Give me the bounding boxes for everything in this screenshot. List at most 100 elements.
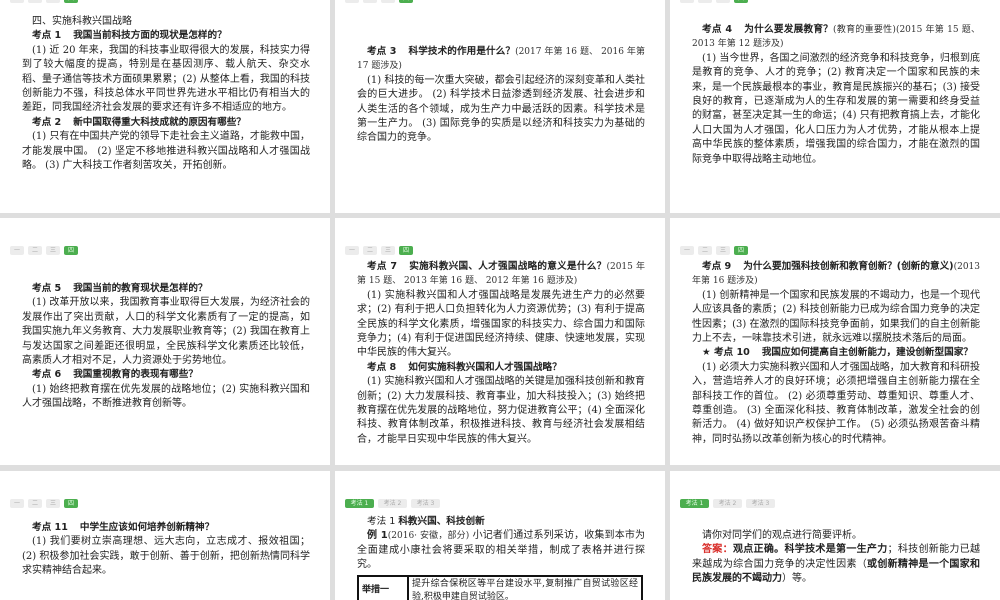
tab-2[interactable]: 二	[698, 0, 712, 3]
answer-text: (1) 始终把教育摆在优先发展的战略地位；(2) 实施科教兴国和人才强国战略，不…	[22, 383, 310, 410]
tab-3[interactable]: 三	[381, 0, 395, 3]
question-heading: 考点 9 为什么要加强科技创新和教育创新？(创新的意义)(2013 年第 16 题…	[692, 260, 980, 289]
answer-body: ）等。	[782, 573, 812, 585]
tab-4[interactable]: 四	[64, 499, 78, 508]
tab-method-1[interactable]: 考法 1	[345, 499, 374, 508]
section-tabs: 一 二 三 四	[345, 0, 413, 3]
tab-1[interactable]: 一	[680, 0, 694, 3]
question-heading: ★ 考点 10 我国应如何提高自主创新能力，建设创新型国家？	[692, 346, 980, 360]
tab-3[interactable]: 三	[46, 499, 60, 508]
slide-panel-1[interactable]: 一 二 三 四 四、实施科教兴国战略 考点 1 我国当前科技方面的现状是怎样的？ …	[0, 0, 330, 213]
tab-method-3[interactable]: 考法 3	[746, 499, 775, 508]
kaodian-label: 考点 1	[32, 30, 62, 42]
tab-2[interactable]: 二	[28, 499, 42, 508]
question-text: 如何实施科教兴国和人才强国战略？	[408, 361, 562, 373]
kaodian-label: 考点 5	[32, 283, 62, 294]
question-text: 实施科教兴国、人才强国战略的意义是什么？	[409, 261, 607, 272]
tab-1[interactable]: 一	[345, 246, 359, 255]
tab-2[interactable]: 二	[28, 0, 42, 3]
slide-content: 考点 9 为什么要加强科技创新和教育创新？(创新的意义)(2013 年第 16 题…	[692, 260, 980, 447]
question-heading: 考点 1 我国当前科技方面的现状是怎样的？	[22, 29, 310, 43]
tab-4[interactable]: 四	[399, 246, 413, 255]
tab-3[interactable]: 三	[46, 246, 60, 255]
tab-4[interactable]: 四	[734, 0, 748, 3]
slide-content: 考点 11 中学生应该如何培养创新精神？ (1) 我们要树立崇高理想、远大志向，立…	[22, 521, 310, 579]
tab-1[interactable]: 一	[345, 0, 359, 3]
answer-text: (1) 我们要树立崇高理想、远大志向，立志成才、报效祖国；(2) 积极参加社会实…	[22, 536, 310, 577]
tab-3[interactable]: 三	[381, 246, 395, 255]
answer-text: (1) 实施科教兴国和人才强国战略的关键是加强科技创新和教育创新；(2) 大力发…	[357, 376, 645, 445]
section-title: 四、实施科教兴国战略	[32, 16, 132, 27]
tab-1[interactable]: 一	[10, 499, 24, 508]
answer-text: (1) 当今世界，各国之间激烈的经济竞争和科技竞争，归根到底是教育的竞争、人才的…	[692, 52, 980, 165]
section-tabs: 一 二 三 四	[680, 0, 748, 3]
tab-4[interactable]: 四	[734, 246, 748, 255]
section-tabs: 一 二 三 四	[10, 246, 78, 255]
slide-content: 考法 1 科教兴国、科技创新 例 1(2016· 安徽，部分) 小记者们通过系列采…	[357, 515, 645, 600]
section-tabs: 一 二 三 四	[345, 246, 413, 255]
tab-2[interactable]: 二	[28, 246, 42, 255]
question-heading: 考点 7 实施科教兴国、人才强国战略的意义是什么？(2015 年第 15 题、 2…	[357, 260, 645, 289]
question-text: 请你对同学们的观点进行简要评析。	[702, 530, 862, 541]
question-heading: 考点 5 我国当前的教育现状是怎样的？	[22, 282, 310, 296]
slide-panel-5[interactable]: 一 二 三 四 考点 7 实施科教兴国、人才强国战略的意义是什么？(2015 年第…	[335, 218, 665, 465]
method-title: 科教兴国、科技创新	[398, 516, 485, 527]
question-text: 中学生应该如何培养创新精神？	[79, 522, 215, 533]
question-text: 我国当前科技方面的现状是怎样的？	[73, 30, 227, 42]
tab-1[interactable]: 一	[680, 246, 694, 255]
method-label: 考法 1	[367, 516, 396, 527]
tab-method-2[interactable]: 考法 2	[713, 499, 742, 508]
method-heading: 考法 1 科教兴国、科技创新	[357, 515, 645, 529]
tab-4[interactable]: 四	[64, 0, 78, 3]
table-value: 提升综合保税区等平台建设水平,复制推广自贸试验区经验,积极申建自贸试验区。	[407, 574, 643, 600]
kaodian-label: 考点 2	[32, 116, 62, 128]
tab-method-2[interactable]: 考法 2	[378, 499, 407, 508]
method-tabs: 考法 1 考法 2 考法 3	[680, 499, 775, 508]
answer-text: (1) 只有在中国共产党的领导下走社会主义道路，才能救中国，才能发展中国。 (2…	[22, 131, 310, 172]
slide-panel-3[interactable]: 一 二 三 四 考点 4 为什么要发展教育？(教育的重要性)(2015 年第 15…	[670, 0, 1000, 213]
tab-3[interactable]: 三	[716, 0, 730, 3]
answer-text: 答案：观点正确。科学技术是第一生产力；科技创新能力已越来越成为综合国力竞争的决定…	[692, 543, 980, 586]
tab-3[interactable]: 三	[716, 246, 730, 255]
tab-1[interactable]: 一	[10, 0, 24, 3]
slide-panel-8[interactable]: 考法 1 考法 2 考法 3 考法 1 科教兴国、科技创新 例 1(2016· 安…	[335, 471, 665, 600]
answer-text: (1) 创新精神是一个国家和民族发展的不竭动力，也是一个现代人应该具备的素质；(…	[692, 289, 980, 345]
slide-panel-4[interactable]: 一 二 三 四 考点 5 我国当前的教育现状是怎样的？ (1) 改革开放以来，我国…	[0, 218, 330, 465]
tab-2[interactable]: 二	[363, 246, 377, 255]
tab-4[interactable]: 四	[399, 0, 413, 3]
kaodian-label: 考点 8	[367, 361, 397, 373]
tab-2[interactable]: 二	[363, 0, 377, 3]
kaodian-label: 考点 9	[702, 261, 732, 272]
tab-method-3[interactable]: 考法 3	[411, 499, 440, 508]
slide-panel-6[interactable]: 一 二 三 四 考点 9 为什么要加强科技创新和教育创新？(创新的意义)(2013…	[670, 218, 1000, 465]
measures-table: 举措一 提升综合保税区等平台建设水平,复制推广自贸试验区经验,积极申建自贸试验区…	[357, 574, 643, 600]
exam-note: (教育的重要性)(2015 年第 15 题、 2013 年第 12 题涉及)	[692, 25, 981, 50]
slide-panel-9[interactable]: 考法 1 考法 2 考法 3 请你对同学们的观点进行简要评析。 答案：观点正确。…	[670, 471, 1000, 600]
slide-content: 考点 7 实施科教兴国、人才强国战略的意义是什么？(2015 年第 15 题、 2…	[357, 260, 645, 447]
question-text: 为什么要加强科技创新和教育创新？(创新的意义)	[743, 261, 954, 272]
answer-text: (1) 必须大力实施科教兴国和人才强国战略，加大教育和科研投入，营造培养人才的良…	[692, 361, 980, 445]
table-key: 举措一	[357, 574, 409, 600]
question-text: 我国重视教育的表现有哪些？	[73, 369, 198, 381]
tab-method-1[interactable]: 考法 1	[680, 499, 709, 508]
example-text: 例 1(2016· 安徽，部分) 小记者们通过系列采访，收集到本市为全面建成小康…	[357, 529, 645, 572]
answer-text: (1) 科技的每一次重大突破，都会引起经济的深刻变革和人类社会的巨大进步。 (2…	[357, 74, 645, 144]
question-heading: 考点 8 如何实施科教兴国和人才强国战略？	[357, 361, 645, 375]
tab-4[interactable]: 四	[64, 246, 78, 255]
tab-3[interactable]: 三	[46, 0, 60, 3]
tab-2[interactable]: 二	[698, 246, 712, 255]
section-tabs: 一 二 三 四	[10, 0, 78, 3]
slide-content: 请你对同学们的观点进行简要评析。 答案：观点正确。科学技术是第一生产力；科技创新…	[692, 529, 980, 587]
question-text: 我国应如何提高自主创新能力，建设创新型国家？	[761, 347, 973, 359]
kaodian-label: ★ 考点 10	[702, 347, 750, 359]
question-text: 我国当前的教育现状是怎样的？	[73, 283, 208, 294]
slide-content: 考点 4 为什么要发展教育？(教育的重要性)(2015 年第 15 题、 2013…	[692, 23, 980, 167]
slide-panel-2[interactable]: 一 二 三 四 考点 3科学技术的作用是什么？(2017 年第 16 题、 20…	[335, 0, 665, 213]
slide-panel-7[interactable]: 一 二 三 四 考点 11 中学生应该如何培养创新精神？ (1) 我们要树立崇高理…	[0, 471, 330, 600]
question-text: 科学技术的作用是什么？	[408, 46, 516, 57]
answer-label: 答案：	[702, 544, 733, 556]
question-text: 新中国取得重大科技成就的原因有哪些？	[73, 116, 246, 128]
kaodian-label: 考点 6	[32, 369, 62, 381]
tab-1[interactable]: 一	[10, 246, 24, 255]
method-tabs: 考法 1 考法 2 考法 3	[345, 499, 440, 508]
